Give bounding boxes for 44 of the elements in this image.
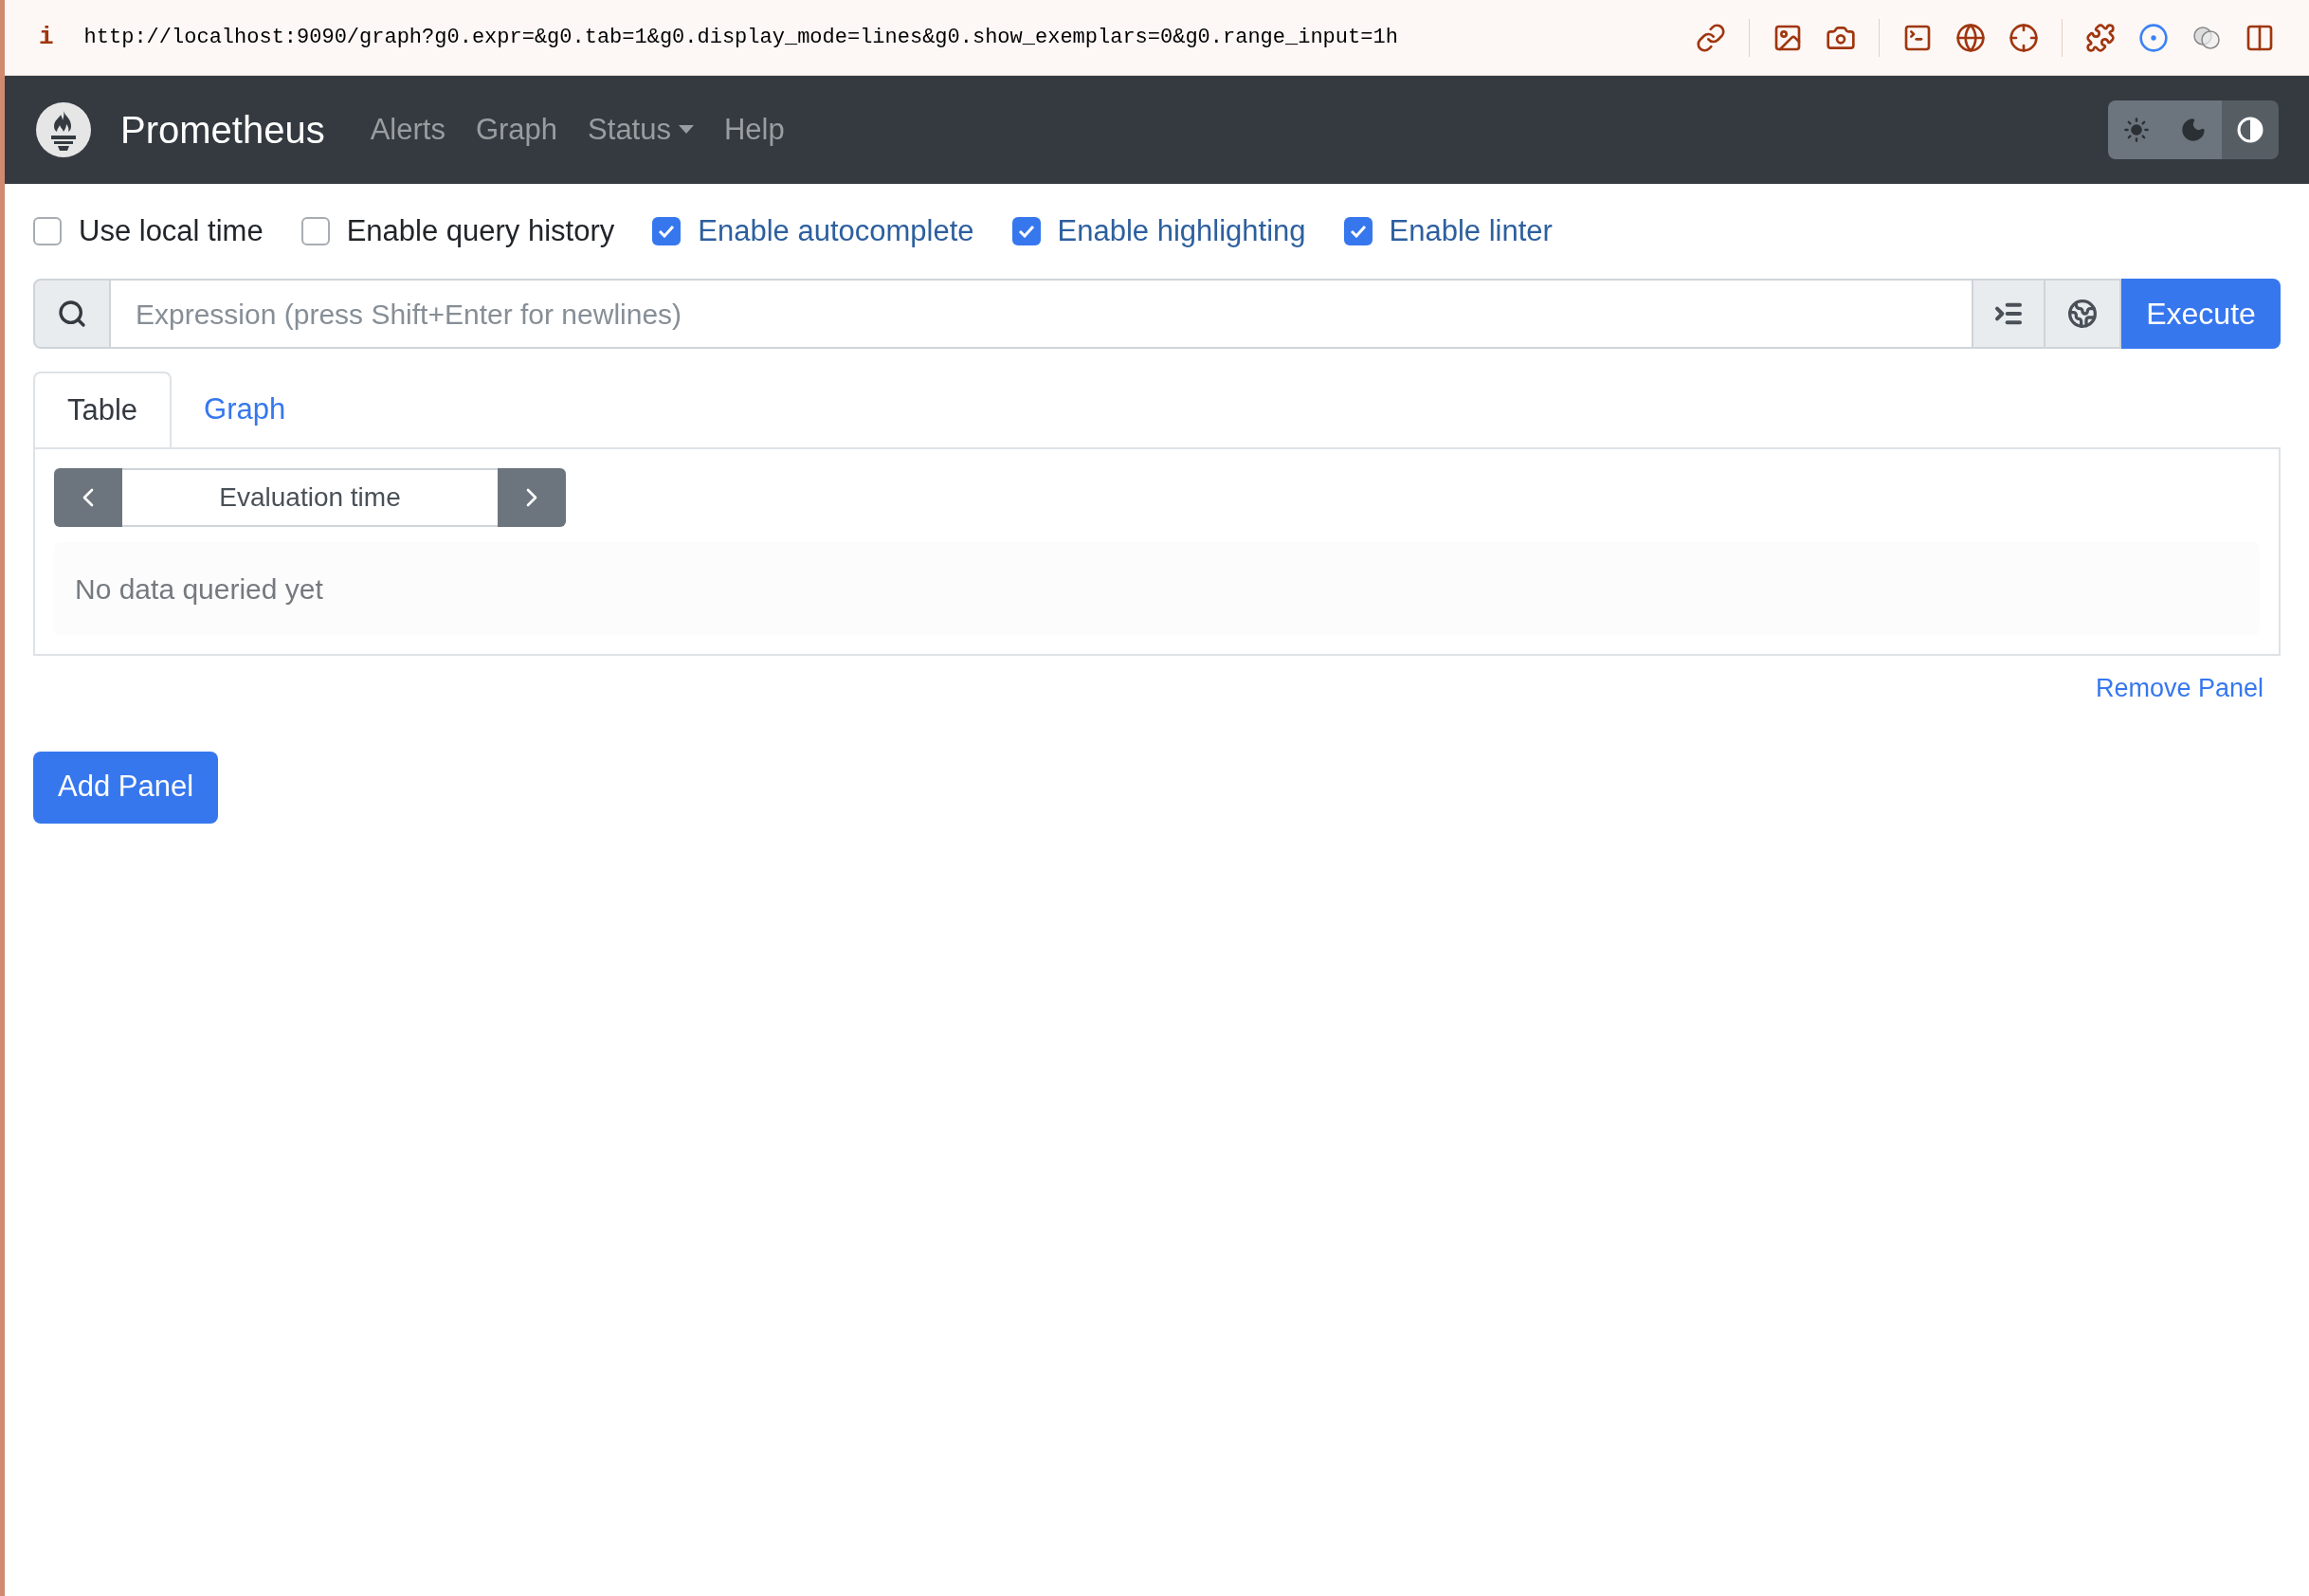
checkbox[interactable]: [652, 217, 682, 245]
checkbox-label[interactable]: Enable linter: [1389, 209, 1553, 254]
tab[interactable]: Table: [33, 372, 173, 447]
theme-button[interactable]: [2108, 100, 2165, 159]
theme-button[interactable]: [2222, 100, 2279, 159]
check-icon: [1017, 225, 1035, 238]
metrics-explorer-button[interactable]: [2045, 279, 2121, 349]
link-icon[interactable]: [1696, 22, 1726, 53]
nav-link[interactable]: Graph: [475, 107, 558, 153]
format-button[interactable]: [1972, 279, 2045, 349]
globe-icon: [2067, 299, 2098, 329]
search-icon: [57, 299, 87, 329]
half-circle-icon: [2237, 117, 2264, 143]
tab[interactable]: Graph: [172, 372, 318, 447]
theme-button[interactable]: [2165, 100, 2222, 159]
checkbox-label[interactable]: Enable highlighting: [1057, 209, 1306, 254]
address-bar-url[interactable]: http://localhost:9090/graph?g0.expr=&g0.tab=1&g0.display_mode=lines&g0.show_exemplars=0&g0.range_input=1h: [83, 22, 1398, 53]
sun-icon: [2123, 117, 2150, 143]
check-icon: [658, 225, 676, 238]
add-panel-button[interactable]: Add Panel: [33, 751, 219, 824]
remove-panel-link[interactable]: Remove Panel: [2095, 669, 2264, 708]
globe-icon[interactable]: [1955, 22, 1986, 53]
flame-logo-icon: [35, 101, 92, 158]
expression-input[interactable]: Expression (press Shift+Enter for newlines): [111, 279, 1972, 349]
checkbox[interactable]: [1011, 217, 1041, 245]
nav-link[interactable]: Help: [724, 107, 785, 153]
empty-message: No data queried yet: [75, 571, 323, 607]
evaluation-time-input[interactable]: Evaluation time: [122, 468, 498, 527]
info-glyph[interactable]: i: [39, 19, 54, 56]
checkbox[interactable]: [33, 217, 62, 245]
execute-button[interactable]: Execute: [2121, 279, 2281, 349]
moon-icon: [2180, 117, 2207, 143]
checkbox-label[interactable]: Use local time: [79, 209, 264, 254]
brand-name[interactable]: Prometheus: [120, 101, 325, 158]
crosshair-icon[interactable]: [2009, 22, 2039, 53]
puzzle-icon[interactable]: [2085, 22, 2116, 53]
checkbox[interactable]: [1343, 217, 1373, 245]
check-icon: [1349, 225, 1367, 238]
checkbox[interactable]: [300, 217, 330, 245]
checkbox-label[interactable]: Enable query history: [346, 209, 615, 254]
nav-link[interactable]: Status: [588, 107, 694, 153]
caret-icon: [679, 125, 694, 135]
checkbox-label[interactable]: Enable autocomplete: [698, 209, 974, 254]
nav-link[interactable]: Alerts: [370, 107, 445, 153]
